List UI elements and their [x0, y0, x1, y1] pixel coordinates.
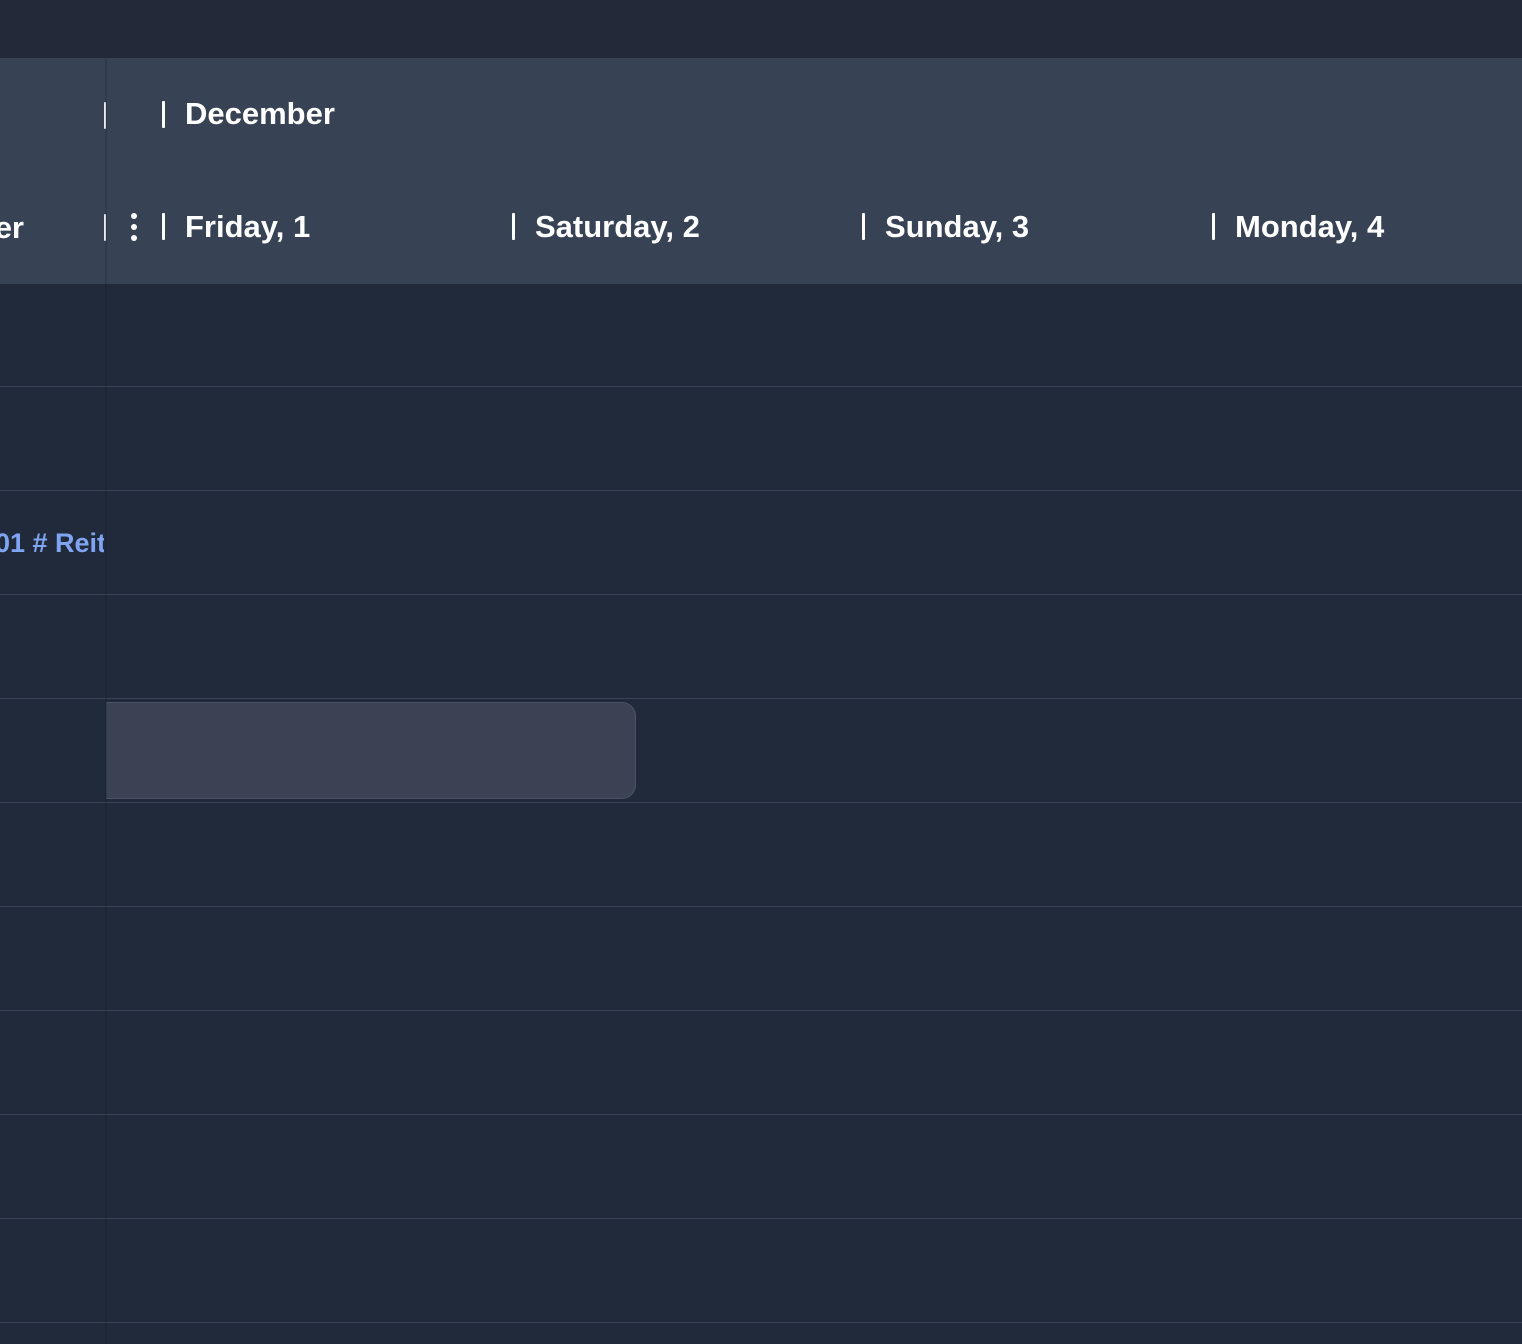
- day-header-4[interactable]: Monday, 4: [1235, 209, 1384, 245]
- day-separator-3: [862, 213, 865, 240]
- row-divider: [0, 490, 1522, 491]
- row-divider: [0, 802, 1522, 803]
- row-divider: [0, 906, 1522, 907]
- row-divider: [0, 1010, 1522, 1011]
- row-divider: [0, 698, 1522, 699]
- column-header-fragment: er: [0, 210, 24, 245]
- row-divider: [0, 1322, 1522, 1323]
- row-divider: [0, 1114, 1522, 1115]
- day-separator-2: [512, 213, 515, 240]
- timeline-event-bar[interactable]: [106, 702, 636, 799]
- row-divider: [0, 1218, 1522, 1219]
- timeline-header: [0, 58, 1522, 284]
- month-label: December: [185, 96, 335, 131]
- day-separator-4: [1212, 213, 1215, 240]
- row-divider: [0, 594, 1522, 595]
- month-separator: [162, 101, 165, 128]
- more-vertical-icon[interactable]: [129, 211, 139, 243]
- top-bar: [0, 0, 1522, 58]
- sticky-column-edge: [105, 58, 107, 1344]
- day-header-2[interactable]: Saturday, 2: [535, 209, 700, 245]
- day-separator-1: [162, 213, 165, 240]
- row-label-link[interactable]: 01 # Reit: [0, 526, 104, 560]
- row-labels-column: er 01 # Reit: [0, 58, 104, 1344]
- day-header-3[interactable]: Sunday, 3: [885, 209, 1029, 245]
- row-divider: [0, 386, 1522, 387]
- day-header-1[interactable]: Friday, 1: [185, 209, 310, 245]
